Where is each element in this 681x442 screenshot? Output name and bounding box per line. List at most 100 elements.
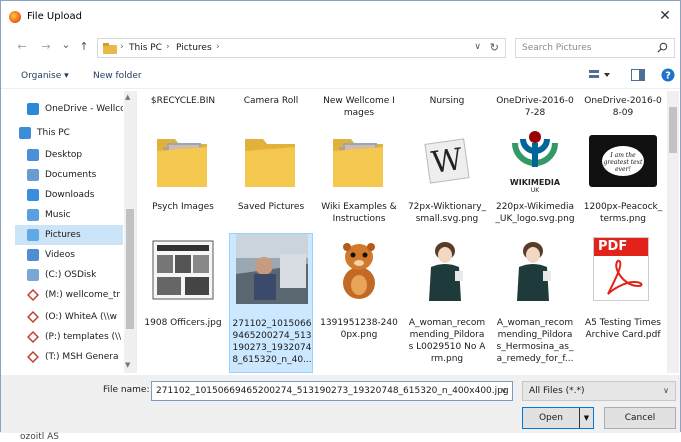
folder-item[interactable]: Psych Images bbox=[141, 91, 225, 231]
navigation-pane-scrollbar[interactable]: ▲ ▼ bbox=[124, 91, 136, 373]
folder-item[interactable]: Saved Pictures bbox=[229, 91, 313, 231]
file-item-label: 1391951238-2400px.png bbox=[320, 318, 398, 340]
wiktionary-logo-icon: W bbox=[413, 129, 481, 193]
file-item[interactable]: 271102_10150669465200274_513190273_19320… bbox=[229, 233, 313, 373]
file-item-label: 72px-Wiktionary_small.svg.png bbox=[407, 202, 487, 224]
sidebar-item-label: (O:) WhiteA (\\w bbox=[45, 312, 117, 322]
file-type-select[interactable]: All Files (*.*) ∨ bbox=[522, 381, 676, 401]
network-drive-icon bbox=[27, 331, 39, 343]
sidebar-item-videos[interactable]: Videos bbox=[15, 245, 123, 265]
sidebar-item-label: (P:) templates (\\ bbox=[45, 332, 122, 342]
sidebar-item-network-drive[interactable]: (M:) wellcome_tr bbox=[15, 285, 123, 305]
sidebar-item-label: Desktop bbox=[45, 150, 83, 160]
sidebar-item-computer[interactable]: This PC bbox=[15, 123, 123, 143]
scroll-up-icon[interactable]: ▲ bbox=[125, 93, 130, 101]
sidebar-item-disk[interactable]: (C:) OSDisk bbox=[15, 265, 123, 285]
sidebar-item-music[interactable]: Music bbox=[15, 205, 123, 225]
sidebar-item-desktop[interactable]: Desktop bbox=[15, 145, 123, 165]
otter-cartoon-image bbox=[343, 243, 375, 299]
computer-icon bbox=[19, 127, 31, 139]
address-bar[interactable]: › This PC › Pictures › ∨ ↻ bbox=[97, 38, 506, 58]
navigation-pane: OneDrive - Wellcc This PC Desktop Documents… bbox=[15, 91, 137, 373]
pdf-badge: PDF bbox=[594, 238, 648, 256]
sidebar-item-label: (M:) wellcome_tr bbox=[45, 290, 121, 300]
breadcrumb-pictures[interactable]: Pictures bbox=[176, 43, 212, 53]
aircraft-photo bbox=[236, 234, 308, 304]
sidebar-item-pictures[interactable]: Pictures bbox=[15, 225, 123, 245]
firefox-icon bbox=[9, 11, 21, 23]
desktop-icon bbox=[27, 149, 39, 161]
pictures-icon bbox=[27, 229, 39, 241]
recent-locations-button[interactable]: ⌄ bbox=[59, 38, 73, 51]
cloud-icon bbox=[27, 103, 39, 115]
file-item[interactable]: WIKIMEDIA UK 220px-Wikimedia_UK_logo.svg.p… bbox=[493, 91, 577, 231]
sidebar-item-label: Pictures bbox=[45, 230, 81, 240]
sidebar-item-label: Downloads bbox=[45, 190, 95, 200]
file-item-label: Psych Images bbox=[152, 202, 214, 212]
file-item[interactable]: 1908 Officers.jpg bbox=[141, 233, 225, 373]
folder-icon bbox=[245, 139, 295, 187]
file-item[interactable]: 1391951238-2400px.png bbox=[317, 233, 401, 373]
up-button[interactable]: ↑ bbox=[77, 40, 91, 53]
folder-item[interactable]: Wiki Examples & Instructions bbox=[317, 91, 401, 231]
file-item-label: A5 Testing Times Archive Card.pdf bbox=[585, 318, 661, 340]
file-name-dropdown-icon[interactable]: ∨ bbox=[501, 386, 507, 395]
file-name-input[interactable]: 271102_10150669465200274_513190273_19320… bbox=[151, 381, 513, 401]
network-drive-icon bbox=[27, 289, 39, 301]
open-label: Open bbox=[538, 413, 564, 423]
file-item[interactable]: W 72px-Wiktionary_small.svg.png bbox=[405, 91, 489, 231]
help-icon[interactable]: ? bbox=[661, 68, 675, 82]
sidebar-item-network-drive[interactable]: (O:) WhiteA (\\w bbox=[15, 307, 123, 327]
navigation-bar: ← → ⌄ ↑ › This PC › Pictures › ∨ ↻ Searc… bbox=[1, 35, 680, 61]
preview-pane-icon[interactable] bbox=[631, 69, 645, 81]
file-item[interactable]: I am the greatest text ever! 1200px-Peaco… bbox=[581, 91, 665, 231]
organise-button[interactable]: Organise ▾ bbox=[21, 71, 69, 81]
folder-icon bbox=[157, 139, 207, 187]
pdf-file-icon: PDF bbox=[593, 237, 649, 301]
open-options-button[interactable]: ▼ bbox=[579, 408, 593, 428]
speech-bubble-text: I am the greatest text ever! bbox=[602, 146, 644, 176]
navigation-scroll-thumb[interactable] bbox=[126, 209, 134, 329]
sidebar-item-downloads[interactable]: Downloads bbox=[15, 185, 123, 205]
back-button[interactable]: ← bbox=[15, 40, 29, 53]
search-input[interactable]: Search Pictures bbox=[515, 38, 675, 58]
pictures-folder-icon bbox=[103, 43, 117, 54]
file-list-scroll-thumb[interactable] bbox=[669, 107, 677, 153]
address-dropdown-icon[interactable]: ∨ bbox=[474, 42, 481, 52]
sidebar-item-label: Videos bbox=[45, 250, 75, 260]
acrobat-logo-icon bbox=[607, 259, 643, 295]
command-toolbar: Organise ▾ New folder ? bbox=[1, 63, 680, 89]
wikimedia-logo-icon bbox=[512, 131, 558, 167]
sidebar-item-network-drive[interactable]: (T:) MSH Genera bbox=[15, 347, 123, 367]
refresh-icon[interactable]: ↻ bbox=[490, 41, 499, 54]
file-item[interactable]: A_woman_recommending_Pildora s_Hermosina… bbox=[493, 233, 577, 373]
forward-button[interactable]: → bbox=[39, 40, 53, 53]
documents-icon bbox=[27, 169, 39, 181]
file-upload-dialog: File Upload ✕ ← → ⌄ ↑ › This PC › Pictur… bbox=[0, 0, 681, 433]
title-bar: File Upload ✕ bbox=[1, 1, 680, 31]
wikimedia-caption: WIKIMEDIA bbox=[509, 178, 561, 187]
sidebar-item-label: Music bbox=[45, 210, 71, 220]
file-item[interactable]: A_woman_recommending_Pildora s L0029510 … bbox=[405, 233, 489, 373]
sidebar-item-network-drive[interactable]: (P:) templates (\\ bbox=[15, 327, 123, 347]
file-list: $RECYCLE.BIN Camera Roll New Wellcome Imag… bbox=[141, 91, 667, 373]
cancel-button[interactable]: Cancel bbox=[604, 407, 676, 429]
background-window-text: ozoitl AS bbox=[20, 432, 59, 442]
view-options-icon[interactable] bbox=[589, 69, 611, 81]
sidebar-item-documents[interactable]: Documents bbox=[15, 165, 123, 185]
file-type-value: All Files (*.*) bbox=[529, 386, 585, 396]
sidebar-item-cloud[interactable]: OneDrive - Wellcc bbox=[15, 99, 123, 119]
close-button[interactable]: ✕ bbox=[654, 7, 676, 25]
file-list-scrollbar[interactable] bbox=[667, 91, 679, 373]
music-icon bbox=[27, 209, 39, 221]
file-item[interactable]: PDF A5 Testing Times Archive Card.pdf bbox=[581, 233, 665, 373]
svg-text:?: ? bbox=[665, 71, 671, 82]
new-folder-button[interactable]: New folder bbox=[93, 71, 142, 81]
newspaper-image bbox=[152, 240, 214, 300]
sidebar-item-label: (T:) MSH Genera bbox=[45, 352, 119, 362]
wiktionary-glyph: W bbox=[424, 138, 470, 184]
downloads-icon bbox=[27, 189, 39, 201]
woman-illustration-image bbox=[413, 237, 481, 301]
breadcrumb-this-pc[interactable]: This PC bbox=[129, 43, 162, 53]
scroll-down-icon[interactable]: ▼ bbox=[125, 361, 130, 369]
